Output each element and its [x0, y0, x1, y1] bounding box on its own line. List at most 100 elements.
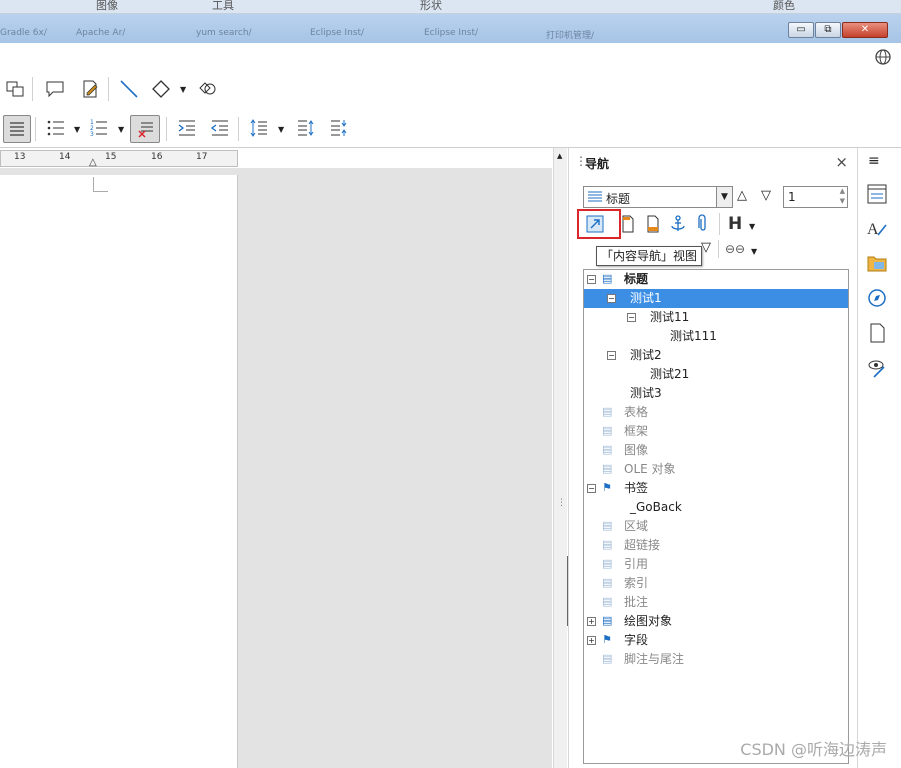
collapse-icon[interactable]: −	[627, 313, 636, 322]
track-changes-icon[interactable]	[79, 78, 101, 100]
chevron-down-icon[interactable]: ▼	[751, 247, 757, 256]
chevron-down-icon[interactable]: ▼	[180, 85, 186, 94]
collapse-icon[interactable]: −	[587, 275, 596, 284]
tree-item-label: 绘图对象	[624, 614, 673, 628]
minimize-button[interactable]: ▭	[788, 22, 814, 38]
tree-item[interactable]: − ▤ 标题	[584, 270, 848, 289]
expand-icon[interactable]: +	[587, 636, 596, 645]
heading-button[interactable]: H	[728, 214, 742, 234]
chevron-down-icon[interactable]: ▼	[74, 125, 80, 134]
promote-arrow-icon[interactable]: △	[737, 188, 747, 203]
collapse-icon[interactable]: −	[607, 351, 616, 360]
document-page[interactable]	[0, 175, 238, 768]
horizontal-ruler[interactable]: 13 14 15 16 17 △	[0, 150, 238, 168]
spin-down-icon[interactable]: ▼	[840, 197, 845, 205]
tree-item[interactable]: − 测试1	[584, 289, 848, 308]
gallery-icon[interactable]	[864, 250, 890, 276]
line-spacing-icon[interactable]	[248, 117, 270, 139]
frame-icon[interactable]	[4, 78, 26, 100]
page-icon[interactable]	[864, 320, 890, 346]
menu-shape[interactable]: 形状	[420, 0, 442, 13]
manage-changes-icon[interactable]	[864, 355, 890, 381]
tree-item[interactable]: 测试3	[584, 384, 848, 403]
taskbar-item[interactable]: Apache Ar/	[76, 28, 166, 42]
tree-item[interactable]: ▤ 区域	[584, 517, 848, 536]
chevron-down-icon[interactable]: ▼	[118, 125, 124, 134]
splitter-grip-icon[interactable]: ⋮	[557, 498, 566, 508]
tree-item-label: OLE 对象	[624, 462, 676, 476]
chevron-down-icon[interactable]: ▼	[749, 222, 755, 231]
filter-icon[interactable]: ▽	[701, 240, 711, 255]
tree-item[interactable]: + ⚑ 字段	[584, 631, 848, 650]
link-icon[interactable]: ⊖⊖	[725, 242, 745, 256]
tree-item[interactable]: ▤ OLE 对象	[584, 460, 848, 479]
taskbar-item[interactable]: yum search/	[196, 28, 286, 42]
close-icon[interactable]: ×	[835, 153, 848, 171]
tree-item[interactable]: ▤ 超链接	[584, 536, 848, 555]
tree-item[interactable]: ▤ 索引	[584, 574, 848, 593]
diamond-shape-icon[interactable]	[150, 78, 172, 100]
tree-item-label: 超链接	[624, 538, 661, 552]
paperclip-icon[interactable]	[692, 213, 714, 235]
chevron-down-icon[interactable]: ▼	[716, 187, 732, 207]
tree-item[interactable]: ▤ 引用	[584, 555, 848, 574]
taskbar-item[interactable]: Eclipse Inst/	[424, 28, 514, 42]
bullet-list-icon[interactable]	[45, 117, 67, 139]
tree-item[interactable]: ▤ 框架	[584, 422, 848, 441]
collapse-icon[interactable]: −	[607, 294, 616, 303]
paragraph-spacing-decrease-icon[interactable]	[328, 117, 350, 139]
justify-icon[interactable]	[3, 115, 31, 143]
chevron-down-icon[interactable]: ▼	[278, 125, 284, 134]
taskbar-item[interactable]: Eclipse Inst/	[310, 28, 400, 42]
paragraph-spacing-increase-icon[interactable]	[295, 117, 317, 139]
indent-increase-icon[interactable]	[176, 117, 198, 139]
no-list-icon[interactable]	[130, 115, 160, 143]
scroll-up-icon[interactable]: ▲	[557, 152, 562, 160]
tree-item[interactable]: ▤ 脚注与尾注	[584, 650, 848, 669]
tree-item[interactable]: ▤ 批注	[584, 593, 848, 612]
ruler-tick: 14	[59, 152, 71, 162]
globe-icon[interactable]	[872, 46, 894, 68]
close-window-button[interactable]: ✕	[842, 22, 888, 38]
tree-item[interactable]: _GoBack	[584, 498, 848, 517]
menu-color[interactable]: 颜色	[773, 0, 795, 13]
heading-level-spinner[interactable]: 1 ▲ ▼	[783, 186, 848, 208]
tree-item[interactable]: − 测试2	[584, 346, 848, 365]
tree-item-label: 表格	[624, 405, 649, 419]
expand-icon[interactable]: +	[587, 617, 596, 626]
navigator-tree[interactable]: − ▤ 标题 − 测试1− 测试11 测试111− 测试2 测试21 测试3 ▤ 表格 ▤ 框架 ▤ 图像 ▤ O…	[583, 269, 849, 764]
nav-menu-icon[interactable]: ≡	[868, 153, 880, 169]
indent-decrease-icon[interactable]	[209, 117, 231, 139]
indent-marker-icon[interactable]: △	[89, 157, 97, 168]
text-boundary-mark	[93, 177, 108, 192]
tree-item[interactable]: ▤ 图像	[584, 441, 848, 460]
ruler-tick: 15	[105, 152, 117, 162]
tree-item[interactable]: 测试111	[584, 327, 848, 346]
separator	[719, 213, 720, 235]
spin-up-icon[interactable]: ▲	[840, 187, 845, 195]
navigator-icon[interactable]	[864, 285, 890, 311]
styles-icon[interactable]: A	[864, 215, 890, 241]
restore-button[interactable]: ⧉	[815, 22, 841, 38]
tree-item[interactable]: + ▤ 绘图对象	[584, 612, 848, 631]
tree-item[interactable]: ▤ 表格	[584, 403, 848, 422]
menu-tools[interactable]: 工具	[212, 0, 234, 13]
tree-item[interactable]: 测试21	[584, 365, 848, 384]
tree-item[interactable]: − ⚑ 书签	[584, 479, 848, 498]
collapse-icon[interactable]: −	[587, 484, 596, 493]
toolbar-area: ▼ ▼ 123 ▼ ▼	[0, 43, 901, 148]
vertical-scrollbar[interactable]: ▲ ⋮	[553, 148, 575, 768]
footer-icon[interactable]	[642, 213, 664, 235]
demote-arrow-icon[interactable]: ▽	[761, 188, 771, 203]
comment-icon[interactable]	[44, 78, 66, 100]
line-icon[interactable]	[118, 78, 140, 100]
tree-item-label: 书签	[624, 481, 649, 495]
tree-item[interactable]: − 测试11	[584, 308, 848, 327]
numbered-list-icon[interactable]: 123	[88, 117, 110, 139]
anchor-icon[interactable]	[667, 213, 689, 235]
category-select[interactable]: 标题 ▼	[583, 186, 733, 208]
properties-icon[interactable]	[864, 181, 890, 207]
menu-image[interactable]: 图像	[96, 0, 118, 13]
taskbar-item[interactable]: 打印机管理/	[546, 28, 636, 42]
shapes-icon[interactable]	[196, 78, 218, 100]
